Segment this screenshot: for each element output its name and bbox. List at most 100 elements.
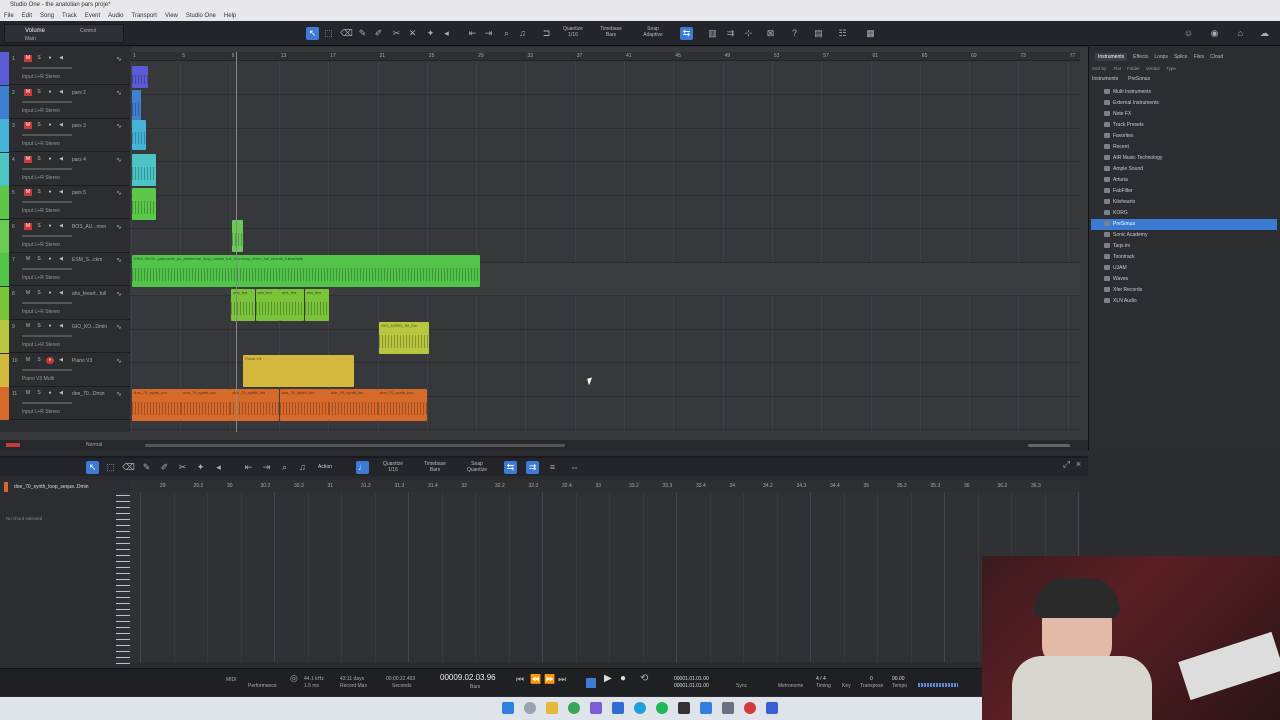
grid-icon[interactable]: ⊠: [764, 27, 777, 40]
track-header[interactable]: 7 M S ● ◀ ESM_S...ckm Input L+R Stereo ∿: [0, 253, 130, 286]
editor-snap-icon[interactable]: ⇆: [504, 461, 517, 474]
mute-button[interactable]: M: [24, 390, 32, 397]
record-arm-button[interactable]: ●: [46, 156, 54, 163]
automation-icon[interactable]: ∿: [116, 223, 122, 231]
track-name[interactable]: BOS_AU...mon: [72, 224, 106, 230]
solo-button[interactable]: S: [35, 122, 43, 129]
browser-filter[interactable]: Vendor: [1146, 66, 1160, 71]
network-icon[interactable]: ◉: [1208, 27, 1221, 40]
browser-path-item[interactable]: PreSonus: [1128, 76, 1150, 82]
clip-ahs[interactable]: ahs_fea: [255, 289, 280, 321]
mute-button[interactable]: M: [24, 155, 32, 163]
volume-slider[interactable]: [22, 368, 72, 371]
menu-item-view[interactable]: View: [165, 13, 178, 19]
menu-item-transport[interactable]: Transport: [132, 13, 157, 19]
menu-item-audio[interactable]: Audio: [108, 13, 123, 19]
rewind-icon[interactable]: ⏪: [530, 675, 541, 684]
track-input[interactable]: Input L+R Stereo: [22, 409, 60, 415]
clip-pars4[interactable]: [132, 154, 156, 186]
solo-button[interactable]: S: [35, 256, 43, 263]
editor-eraser-icon[interactable]: ⌫: [122, 461, 135, 474]
automation-icon[interactable]: ∿: [116, 122, 122, 130]
track-input[interactable]: Input L+R Stereo: [22, 342, 60, 348]
eraser-tool-icon[interactable]: ⌫: [340, 27, 353, 40]
loop-end[interactable]: 00001.01.01.00: [674, 683, 709, 689]
monitor-button[interactable]: ◀: [57, 390, 65, 397]
browser-item[interactable]: Note FX: [1104, 109, 1279, 120]
volume-slider[interactable]: [22, 335, 72, 337]
monitor-button[interactable]: ◀: [57, 290, 65, 297]
playhead[interactable]: [236, 52, 237, 432]
browser-item[interactable]: Track Presets: [1104, 120, 1279, 131]
volume-slider[interactable]: [22, 402, 72, 404]
browser-item[interactable]: Favorites: [1104, 131, 1279, 142]
editor-listen-icon[interactable]: ◂: [212, 461, 225, 474]
metronome-label[interactable]: Metronome: [778, 683, 803, 689]
home-icon[interactable]: ⌂: [1234, 27, 1247, 40]
clip-piano[interactable]: Piano V3: [243, 355, 354, 387]
monitor-button[interactable]: ◀: [57, 323, 65, 330]
editor-paint-icon[interactable]: ✐: [158, 461, 171, 474]
start-icon[interactable]: [502, 702, 514, 714]
monitor-button[interactable]: ◀: [57, 189, 65, 196]
track-input[interactable]: Input L+R Stereo: [22, 309, 60, 315]
clip-doe[interactable]: doe_70_synth_loo: [279, 389, 329, 421]
automation-icon[interactable]: ∿: [116, 89, 122, 97]
record-arm-button[interactable]: ●: [46, 356, 54, 364]
scroll-icon[interactable]: ⇉: [724, 27, 737, 40]
menu-item-song[interactable]: Song: [40, 13, 54, 19]
arrow-tool-icon[interactable]: ↖: [306, 27, 319, 40]
automation-icon[interactable]: ∿: [116, 357, 122, 365]
timeline-ruler[interactable]: 1 5 9 13 17 21 25 29 33 37 41 45 49 53 57 61 65 69 73 77: [130, 52, 1080, 61]
nudge-right-icon[interactable]: ⇥: [482, 27, 495, 40]
track-lanes[interactable]: ESM_SKOL_pianosolo_pc_ambience_loop_crea…: [130, 62, 1080, 432]
cloud-icon[interactable]: ☁: [1258, 27, 1271, 40]
solo-button[interactable]: S: [35, 55, 43, 62]
layout-icon[interactable]: ▦: [864, 27, 877, 40]
browser-item[interactable]: Sonic Academy: [1104, 230, 1279, 241]
mute-button[interactable]: M: [24, 55, 32, 62]
editor-track-name[interactable]: doe_70_synth_loop_seque..Dmin: [14, 484, 89, 490]
console-icon[interactable]: ☷: [836, 27, 849, 40]
help-icon[interactable]: ?: [788, 27, 801, 40]
menu-item-edit[interactable]: Edit: [22, 13, 32, 19]
track-lane[interactable]: [130, 129, 1080, 162]
volume-slider[interactable]: [22, 301, 72, 304]
monitor-button[interactable]: ◀: [57, 357, 65, 364]
mute-button[interactable]: M: [24, 323, 32, 330]
browser-filter[interactable]: Type: [1166, 66, 1176, 71]
mute-button[interactable]: M: [24, 88, 32, 96]
chrome-icon[interactable]: [568, 702, 580, 714]
browser-tab-splice[interactable]: Splice: [1174, 54, 1188, 60]
spotify-icon[interactable]: [656, 702, 668, 714]
solo-button[interactable]: S: [35, 390, 43, 397]
browser-filter[interactable]: Sort by:: [1092, 66, 1108, 71]
browser-tab-cloud[interactable]: Cloud: [1210, 54, 1223, 60]
editor-zoom-icon[interactable]: ⌕: [278, 461, 291, 474]
editor-snap-value[interactable]: Quantize: [462, 467, 492, 473]
track-input[interactable]: Input L+R Stereo: [22, 141, 60, 147]
browser-item[interactable]: Xfer Records: [1104, 285, 1279, 296]
track-name[interactable]: doe_70...Dmin: [72, 391, 105, 397]
track-header[interactable]: 10 M S ● ◀ Piano V3 Piano V3 Multi ∿: [0, 353, 130, 387]
browser-item[interactable]: KORG: [1104, 208, 1279, 219]
follow-icon[interactable]: ▥: [706, 27, 719, 40]
browser-path-item[interactable]: Instruments: [1092, 76, 1118, 82]
browser-tab-loops[interactable]: Loops: [1154, 54, 1168, 60]
mute-button[interactable]: M: [24, 290, 32, 297]
clip-pars3[interactable]: [132, 120, 146, 150]
track-input[interactable]: Input L+R Stereo: [22, 108, 60, 114]
solo-button[interactable]: S: [35, 323, 43, 330]
mode-label[interactable]: Normal: [86, 442, 102, 448]
editor-ruler[interactable]: 29 29.2 30 30.2 30.3 31 31.2 31.3 31.4 32 32.2 32.3…: [130, 480, 1080, 492]
track-input[interactable]: Input L+R Stereo: [22, 275, 60, 281]
editor-split-icon[interactable]: ✂: [176, 461, 189, 474]
stop-button[interactable]: [586, 678, 596, 688]
track-input[interactable]: Input L+R Stereo: [22, 242, 60, 248]
record-arm-button[interactable]: ●: [46, 390, 54, 397]
automation-icon[interactable]: ∿: [116, 390, 122, 398]
track-lane[interactable]: [130, 196, 1080, 229]
clip-ahs[interactable]: ahs_fea: [280, 289, 304, 321]
loop-icon[interactable]: ⟲: [640, 674, 648, 684]
monitor-button[interactable]: ◀: [57, 223, 65, 230]
